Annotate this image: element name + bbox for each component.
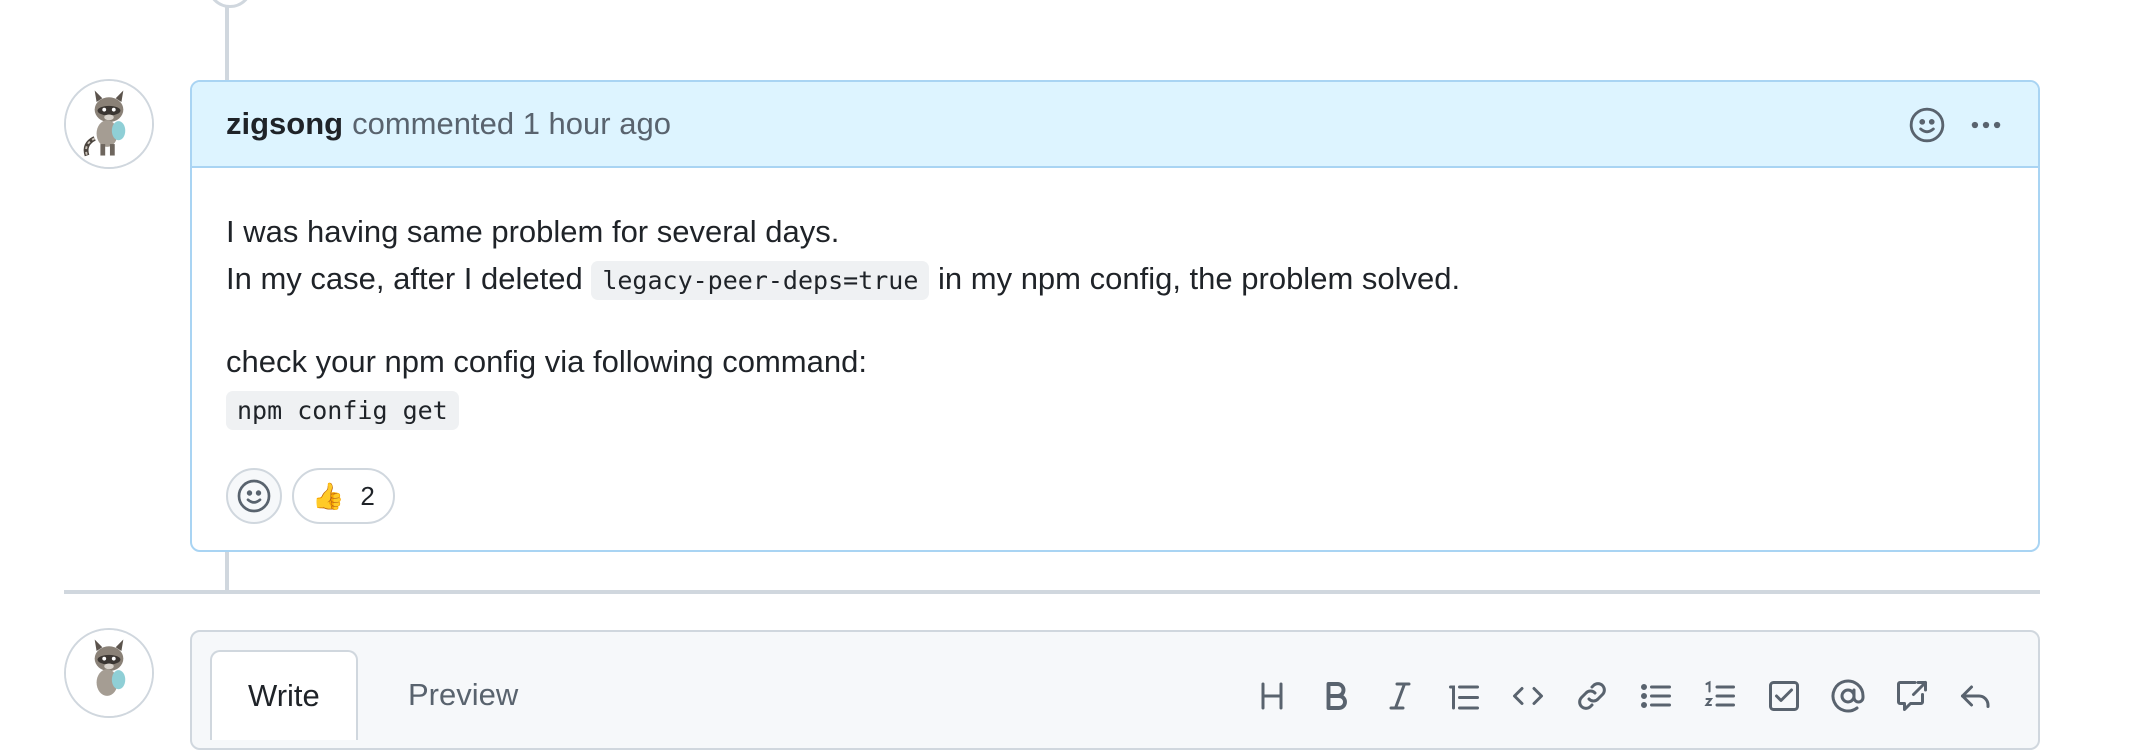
markdown-toolbar <box>1240 674 2008 718</box>
heading-button[interactable] <box>1240 674 1304 718</box>
avatar[interactable] <box>64 79 154 169</box>
timeline-line <box>225 552 229 592</box>
code-button[interactable] <box>1496 674 1560 718</box>
comment-text: In my case, after I deleted <box>226 261 583 296</box>
thumbs-up-reaction-button[interactable]: 👍 2 <box>292 468 395 524</box>
italic-icon <box>1389 682 1411 710</box>
comment-action: commented <box>352 106 515 141</box>
code-icon <box>1513 687 1543 705</box>
inline-code: legacy-peer-deps=true <box>591 261 930 300</box>
comment-paragraph: In my case, after I deleted legacy-peer-… <box>226 255 2004 304</box>
comment-timestamp-link[interactable]: 1 hour ago <box>523 106 671 141</box>
comment-header: zigsong commented 1 hour ago <box>192 82 2038 168</box>
unordered-list-button[interactable] <box>1624 674 1688 718</box>
comment-paragraph: I was having same problem for several da… <box>226 214 840 249</box>
reaction-count: 2 <box>360 480 375 511</box>
link-icon <box>1578 682 1606 710</box>
reference-icon <box>1897 681 1927 711</box>
comment-header-actions <box>1908 82 2006 168</box>
reaction-picker-button[interactable] <box>226 468 282 524</box>
quote-icon <box>1449 685 1479 710</box>
avatar[interactable] <box>64 628 154 718</box>
task-list-button[interactable] <box>1752 674 1816 718</box>
reactions-bar: 👍 2 <box>226 468 2004 524</box>
task-list-icon <box>1769 681 1799 711</box>
timeline-line <box>225 0 229 82</box>
thumbs-up-icon: 👍 <box>312 480 345 511</box>
reply-button[interactable] <box>1944 674 2008 718</box>
reply-icon <box>1961 685 1990 708</box>
quote-button[interactable] <box>1432 674 1496 718</box>
inline-code: npm config get <box>226 391 459 430</box>
italic-button[interactable] <box>1368 674 1432 718</box>
reference-button[interactable] <box>1880 674 1944 718</box>
bold-icon <box>1326 682 1347 710</box>
comment-card: zigsong commented 1 hour ago I was havin… <box>190 80 2040 552</box>
comment-body: I was having same problem for several da… <box>192 168 2038 524</box>
comment-meta: commented 1 hour ago <box>352 106 671 142</box>
bold-button[interactable] <box>1304 674 1368 718</box>
mention-icon <box>1831 679 1865 713</box>
heading-icon <box>1261 682 1283 710</box>
raccoon-avatar-image <box>66 630 152 716</box>
comment-text: in my npm config, the problem solved. <box>938 261 1461 296</box>
tab-preview[interactable]: Preview <box>372 650 554 740</box>
timeline-marker <box>207 0 253 8</box>
add-reaction-button[interactable] <box>1908 106 1946 144</box>
comment-paragraph: npm config get <box>226 385 2004 434</box>
timeline-divider <box>64 590 2040 594</box>
kebab-horizontal-icon <box>1971 121 2001 129</box>
comment-editor: Write Preview <box>190 630 2040 750</box>
ordered-list-button[interactable] <box>1688 674 1752 718</box>
tab-write[interactable]: Write <box>210 650 358 740</box>
smiley-icon <box>237 479 271 513</box>
comment-author-link[interactable]: zigsong <box>226 106 343 142</box>
link-button[interactable] <box>1560 674 1624 718</box>
raccoon-avatar-image <box>66 81 152 167</box>
smiley-icon <box>1909 107 1945 143</box>
comment-paragraph: check your npm config via following comm… <box>226 344 867 379</box>
ordered-list-icon <box>1704 680 1735 707</box>
unordered-list-icon <box>1641 684 1671 708</box>
more-options-button[interactable] <box>1966 106 2006 144</box>
mention-button[interactable] <box>1816 674 1880 718</box>
